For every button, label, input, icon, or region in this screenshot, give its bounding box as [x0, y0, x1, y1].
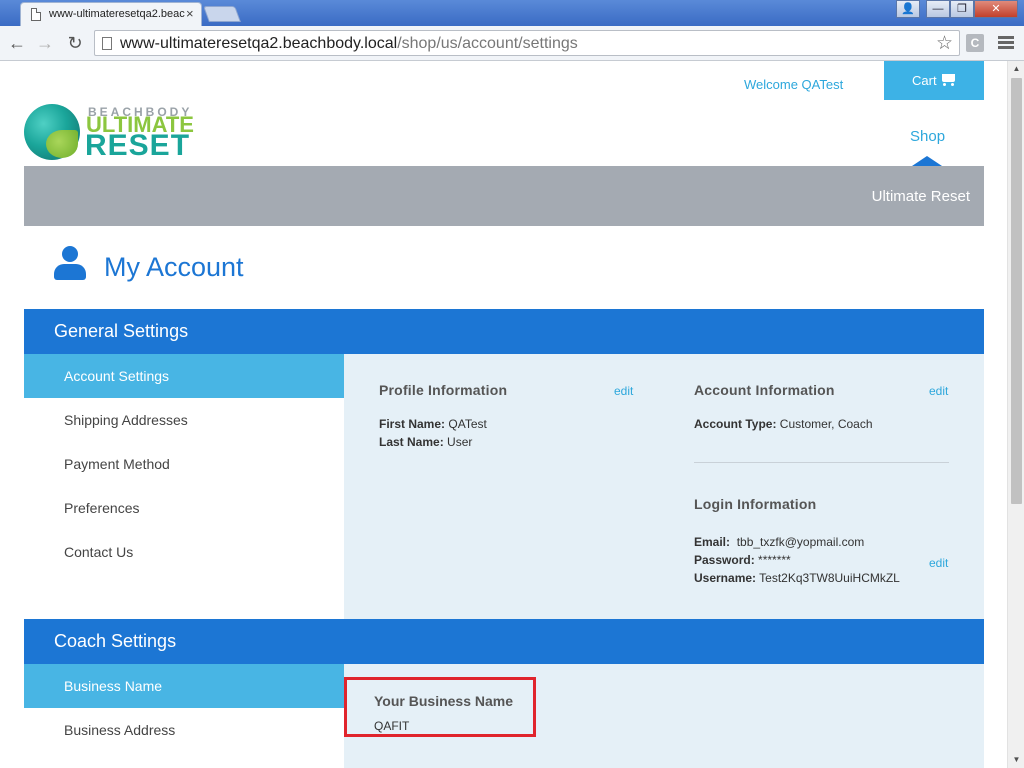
- profile-edit-link[interactable]: edit: [614, 384, 633, 398]
- nav-business-address[interactable]: Business Address: [24, 708, 344, 752]
- page-icon: [31, 8, 41, 21]
- profile-info-title: Profile Information: [379, 382, 508, 398]
- account-type-field: Account Type: Customer, Coach: [694, 417, 873, 431]
- cart-icon: [940, 73, 958, 87]
- banner-title[interactable]: Ultimate Reset: [872, 188, 970, 205]
- business-name-highlight: Your Business Name QAFIT: [344, 677, 536, 737]
- new-tab-button[interactable]: [203, 6, 241, 22]
- category-banner: Ultimate Reset: [24, 166, 984, 226]
- active-nav-indicator: [912, 156, 942, 166]
- browser-tab[interactable]: www-ultimateresetqa2.beac ×: [20, 2, 202, 26]
- close-window-button[interactable]: ✕: [974, 0, 1018, 18]
- cart-label: Cart: [912, 73, 937, 88]
- coach-settings-title: Coach Settings: [54, 631, 177, 651]
- password-field: Password: *******: [694, 553, 791, 567]
- logo-mark-icon: [24, 104, 80, 160]
- welcome-link[interactable]: Welcome QATest: [744, 77, 843, 92]
- general-settings-title: General Settings: [54, 321, 189, 341]
- bookmark-star-icon[interactable]: ☆: [936, 32, 953, 55]
- tab-close-icon[interactable]: ×: [186, 6, 194, 21]
- login-edit-link[interactable]: edit: [929, 556, 948, 570]
- maximize-button[interactable]: ❐: [950, 0, 974, 18]
- reload-icon[interactable]: ↻: [64, 32, 86, 54]
- menu-icon[interactable]: [998, 34, 1014, 52]
- scroll-thumb[interactable]: [1011, 78, 1022, 504]
- account-info-title: Account Information: [694, 382, 835, 398]
- section-divider: [694, 462, 949, 463]
- page-title: My Account: [104, 252, 244, 282]
- minimize-button[interactable]: —: [926, 0, 950, 18]
- tab-title: www-ultimateresetqa2.beac: [49, 8, 185, 20]
- nav-shop-link[interactable]: Shop: [910, 128, 945, 145]
- coach-settings-header: Coach Settings: [24, 619, 984, 664]
- back-arrow-icon[interactable]: ←: [6, 32, 28, 54]
- general-settings-header: General Settings: [24, 309, 984, 354]
- user-icon[interactable]: 👤: [896, 0, 920, 18]
- logo-brand-bottom: RESET: [85, 129, 191, 162]
- scroll-up-arrow-icon[interactable]: ▲: [1008, 61, 1024, 77]
- nav-business-name[interactable]: Business Name: [24, 664, 344, 708]
- url-host: www-ultimateresetqa2.beachbody.local: [120, 35, 398, 52]
- account-settings-panel: Profile Information edit First Name: QAT…: [344, 354, 984, 619]
- last-name-field: Last Name: User: [379, 435, 473, 449]
- url-text[interactable]: www-ultimateresetqa2.beachbody.local/sho…: [120, 35, 578, 53]
- extension-icon[interactable]: C: [966, 34, 984, 52]
- address-bar[interactable]: www-ultimateresetqa2.beachbody.local/sho…: [94, 30, 960, 56]
- nav-preferences[interactable]: Preferences: [24, 486, 344, 530]
- nav-account-settings[interactable]: Account Settings: [24, 354, 344, 398]
- email-field: Email: tbb_txzfk@yopmail.com: [694, 535, 865, 549]
- forward-arrow-icon[interactable]: →: [34, 32, 56, 54]
- browser-toolbar: ← → ↻ www-ultimateresetqa2.beachbody.loc…: [0, 26, 1024, 61]
- cart-button[interactable]: Cart: [884, 61, 984, 100]
- nav-shipping-addresses[interactable]: Shipping Addresses: [24, 398, 344, 442]
- business-name-value: QAFIT: [374, 719, 410, 733]
- account-edit-link[interactable]: edit: [929, 384, 948, 398]
- nav-payment-method[interactable]: Payment Method: [24, 442, 344, 486]
- username-field: Username: Test2Kq3TW8UuiHCMkZL: [694, 571, 900, 585]
- browser-titlebar: www-ultimateresetqa2.beac × 👤 — ❐ ✕: [0, 0, 1024, 26]
- scroll-down-arrow-icon[interactable]: ▼: [1008, 752, 1024, 768]
- nav-contact-us[interactable]: Contact Us: [24, 530, 344, 574]
- page-scrollbar[interactable]: ▲ ▼: [1007, 61, 1024, 768]
- business-name-title: Your Business Name: [374, 693, 514, 709]
- url-path: /shop/us/account/settings: [397, 35, 578, 52]
- login-info-title: Login Information: [694, 496, 817, 512]
- first-name-field: First Name: QATest: [379, 417, 487, 431]
- site-logo[interactable]: BEACHBODY ULTIMATE RESET: [24, 104, 224, 162]
- user-account-icon: [54, 246, 86, 282]
- page-icon: [102, 37, 112, 50]
